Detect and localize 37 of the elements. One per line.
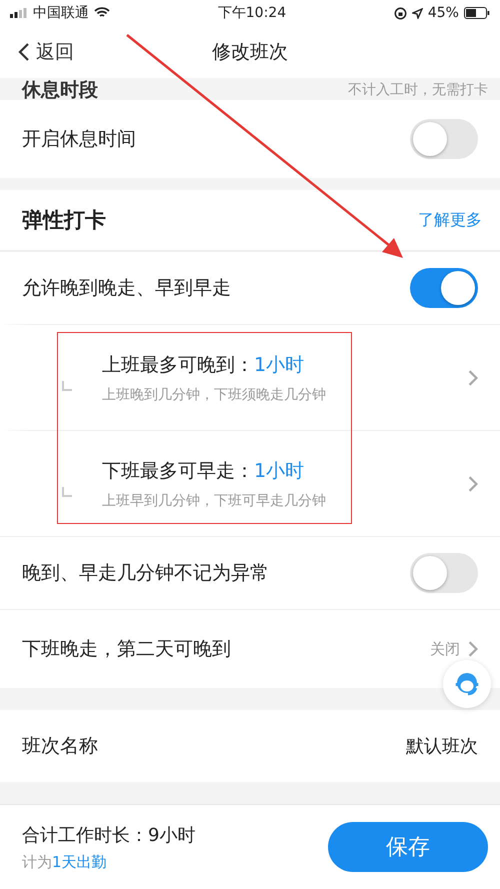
section-note: 不计入工时，无需打卡 [348,81,488,100]
rotation-lock-icon [394,6,407,20]
setting-label: 上班最多可晚到：1小时 [102,352,306,378]
setting-hint: 上班晚到几分钟，下班须晚走几分钟 [102,386,327,404]
carrier-name: 中国联通 [33,4,89,22]
setting-label: 下班最多可早走：1小时 [102,458,306,484]
setting-row[interactable]: 上班最多可晚到：1小时 上班晚到几分钟，下班须晚走几分钟 [0,324,500,430]
battery-icon [464,7,490,19]
toggle-switch[interactable] [410,119,478,159]
setting-row[interactable]: 下班最多可早走：1小时 上班早到几分钟，下班可早走几分钟 [0,430,500,536]
attendance-count: 计为1天出勤 [22,852,108,872]
section-title: 休息时段 [22,80,98,100]
chevron-right-icon [468,370,478,386]
chevron-right-icon [468,641,478,657]
setting-value: 关闭 [430,640,460,658]
setting-label: 班次名称 [22,734,98,759]
setting-label: 开启休息时间 [22,127,136,152]
location-icon [412,8,423,18]
signal-icon [10,8,28,18]
setting-label: 晚到、早走几分钟不记为异常 [22,561,269,586]
setting-label: 允许晚到晚走、早到早走 [22,276,231,301]
setting-label: 下班晚走，第二天可晚到 [22,637,231,662]
corner-mark-icon [62,380,72,390]
clock-time: 下午10:24 [218,4,286,22]
setting-value: 默认班次 [406,735,478,758]
chevron-right-icon [468,476,478,492]
back-button[interactable]: 返回 [0,38,80,66]
toggle-switch[interactable] [410,268,478,308]
wifi-icon [94,7,110,19]
section-title: 弹性打卡 [22,207,106,234]
page-title: 修改班次 [212,41,288,63]
support-button[interactable] [443,660,491,708]
corner-mark-icon [62,486,72,496]
toggle-switch[interactable] [410,553,478,593]
battery-percent: 45% [428,5,459,21]
setting-hint: 上班早到几分钟，下班可早走几分钟 [102,492,327,510]
total-hours: 合计工作时长：9小时 [22,824,196,846]
